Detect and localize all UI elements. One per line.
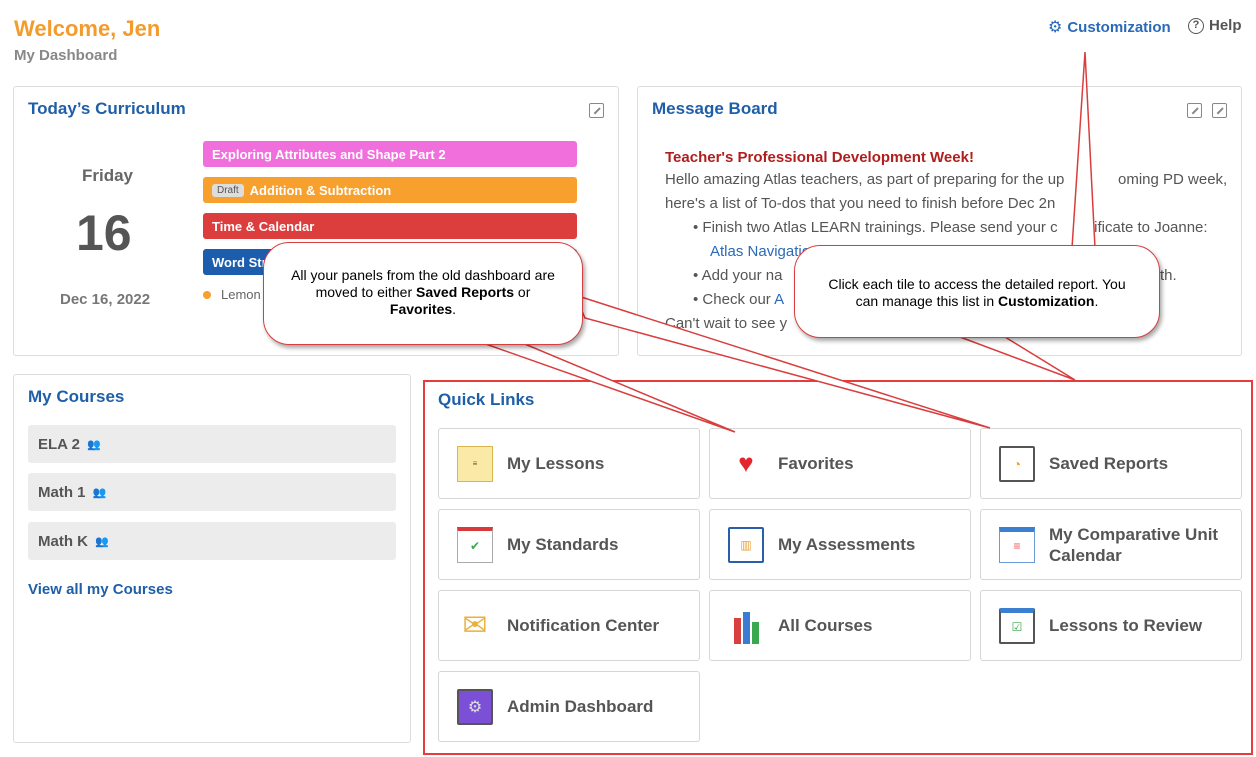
callout-pointers (479, 51, 1096, 433)
panels-moved-callout: All your panels from the old dashboard a… (263, 242, 583, 345)
tiles-callout: Click each tile to access the detailed r… (794, 245, 1160, 338)
